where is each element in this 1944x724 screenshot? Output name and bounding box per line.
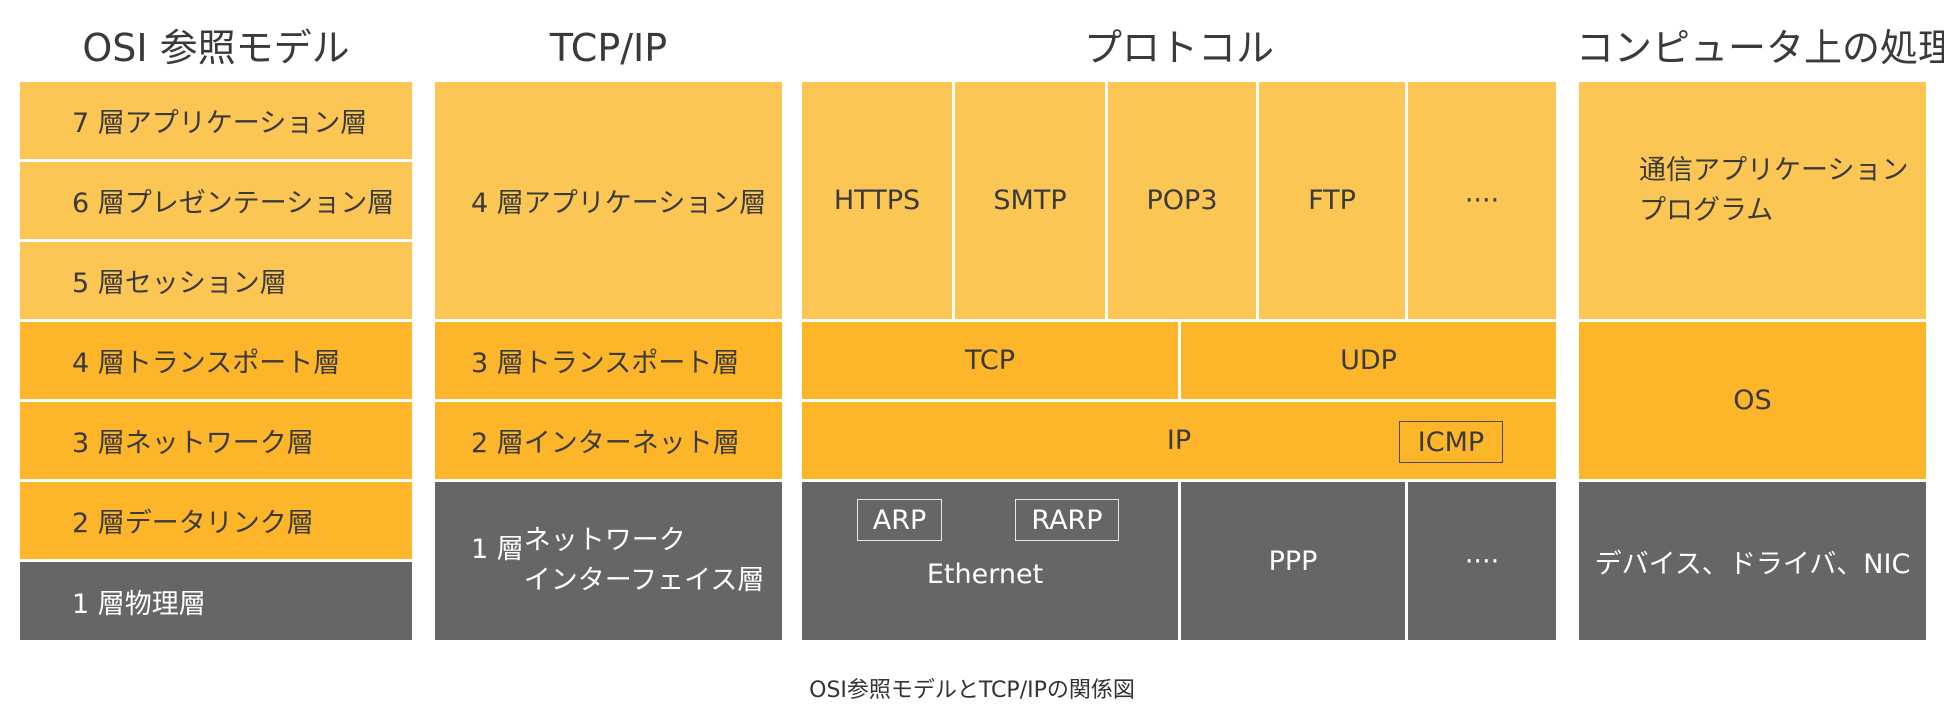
tcpip-layer-1: 1 層 ネットワーク インターフェイス層 [435,482,782,640]
computer-application-line-1: 通信アプリケーション [1639,154,1909,186]
computer-os: OS [1579,322,1926,479]
layer-name: アプリケーション層 [124,108,368,139]
layer-name: インターネット層 [523,428,740,459]
tcpip-layer-3: 3 層 トランスポート層 [435,322,782,399]
osi-layer-6: 6 層 プレゼンテーション層 [20,162,412,239]
protocol-ftp: FTP [1259,82,1405,319]
layer-number: 2 層 [471,428,524,459]
layer-name: トランスポート層 [124,348,341,379]
computer-application-label: 通信アプリケーション プログラム [1639,151,1908,231]
layer-name: プレゼンテーション層 [124,188,395,219]
osi-layer-7: 7 層 アプリケーション層 [20,82,412,159]
figure-caption: OSI参照モデルとTCP/IPの関係図 [809,678,1135,703]
tcpip-heading: TCP/IP [549,26,668,70]
layer-number: 3 層 [471,348,524,379]
computer-application-line-2: プログラム [1639,194,1774,226]
tcpip-layer-2: 2 層 インターネット層 [435,402,782,479]
layer-number: 4 層 [72,348,125,379]
protocol-link-more: ···· [1408,482,1556,640]
protocol-ppp: PPP [1181,482,1405,640]
layer-name: ネットワーク層 [124,428,314,459]
osi-heading: OSI 参照モデル [82,26,350,70]
layer-number: 7 層 [72,108,125,139]
protocol-tcp: TCP [802,322,1178,399]
osi-layer-3: 3 層 ネットワーク層 [20,402,412,479]
osi-layer-4: 4 層 トランスポート層 [20,322,412,399]
computer-hardware: デバイス、ドライバ、NIC [1579,482,1926,640]
computer-application: 通信アプリケーション プログラム [1579,82,1926,319]
layer-name-line-1: ネットワーク [523,525,686,556]
protocol-smtp: SMTP [955,82,1105,319]
layer-name: セッション層 [124,268,287,299]
osi-layer-1: 1 層 物理層 [20,562,412,640]
layer-number: 4 層 [471,188,524,219]
layer-name: ネットワーク インターフェイス層 [524,521,765,601]
protocol-application-more: ···· [1408,82,1556,319]
protocol-ethernet-label: Ethernet [926,559,1044,590]
osi-layer-2: 2 層 データリンク層 [20,482,412,559]
layer-number: 2 層 [72,508,125,539]
layer-number: 5 層 [72,268,125,299]
protocol-heading: プロトコル [1083,26,1274,70]
protocol-https: HTTPS [802,82,952,319]
layer-name-line-2: インターフェイス層 [523,565,765,596]
layer-name: アプリケーション層 [523,188,767,219]
osi-layer-5: 5 層 セッション層 [20,242,412,319]
protocol-arp: ARP [857,499,942,541]
layer-number: 6 層 [72,188,125,219]
protocol-pop3: POP3 [1108,82,1256,319]
tcpip-layer-4: 4 層 アプリケーション層 [435,82,782,319]
layer-name: 物理層 [124,588,206,620]
protocol-ip-label: IP [1166,425,1192,456]
layer-number: 1 層 [471,533,524,565]
protocol-udp: UDP [1181,322,1556,399]
protocol-icmp: ICMP [1399,421,1503,463]
layer-name: データリンク層 [124,508,314,539]
layer-number: 3 層 [72,428,125,459]
layer-name: トランスポート層 [523,348,740,379]
layer-number: 1 層 [72,588,125,620]
protocol-rarp: RARP [1015,499,1119,541]
computer-heading: コンピュータ上の処理 [1576,26,1944,70]
